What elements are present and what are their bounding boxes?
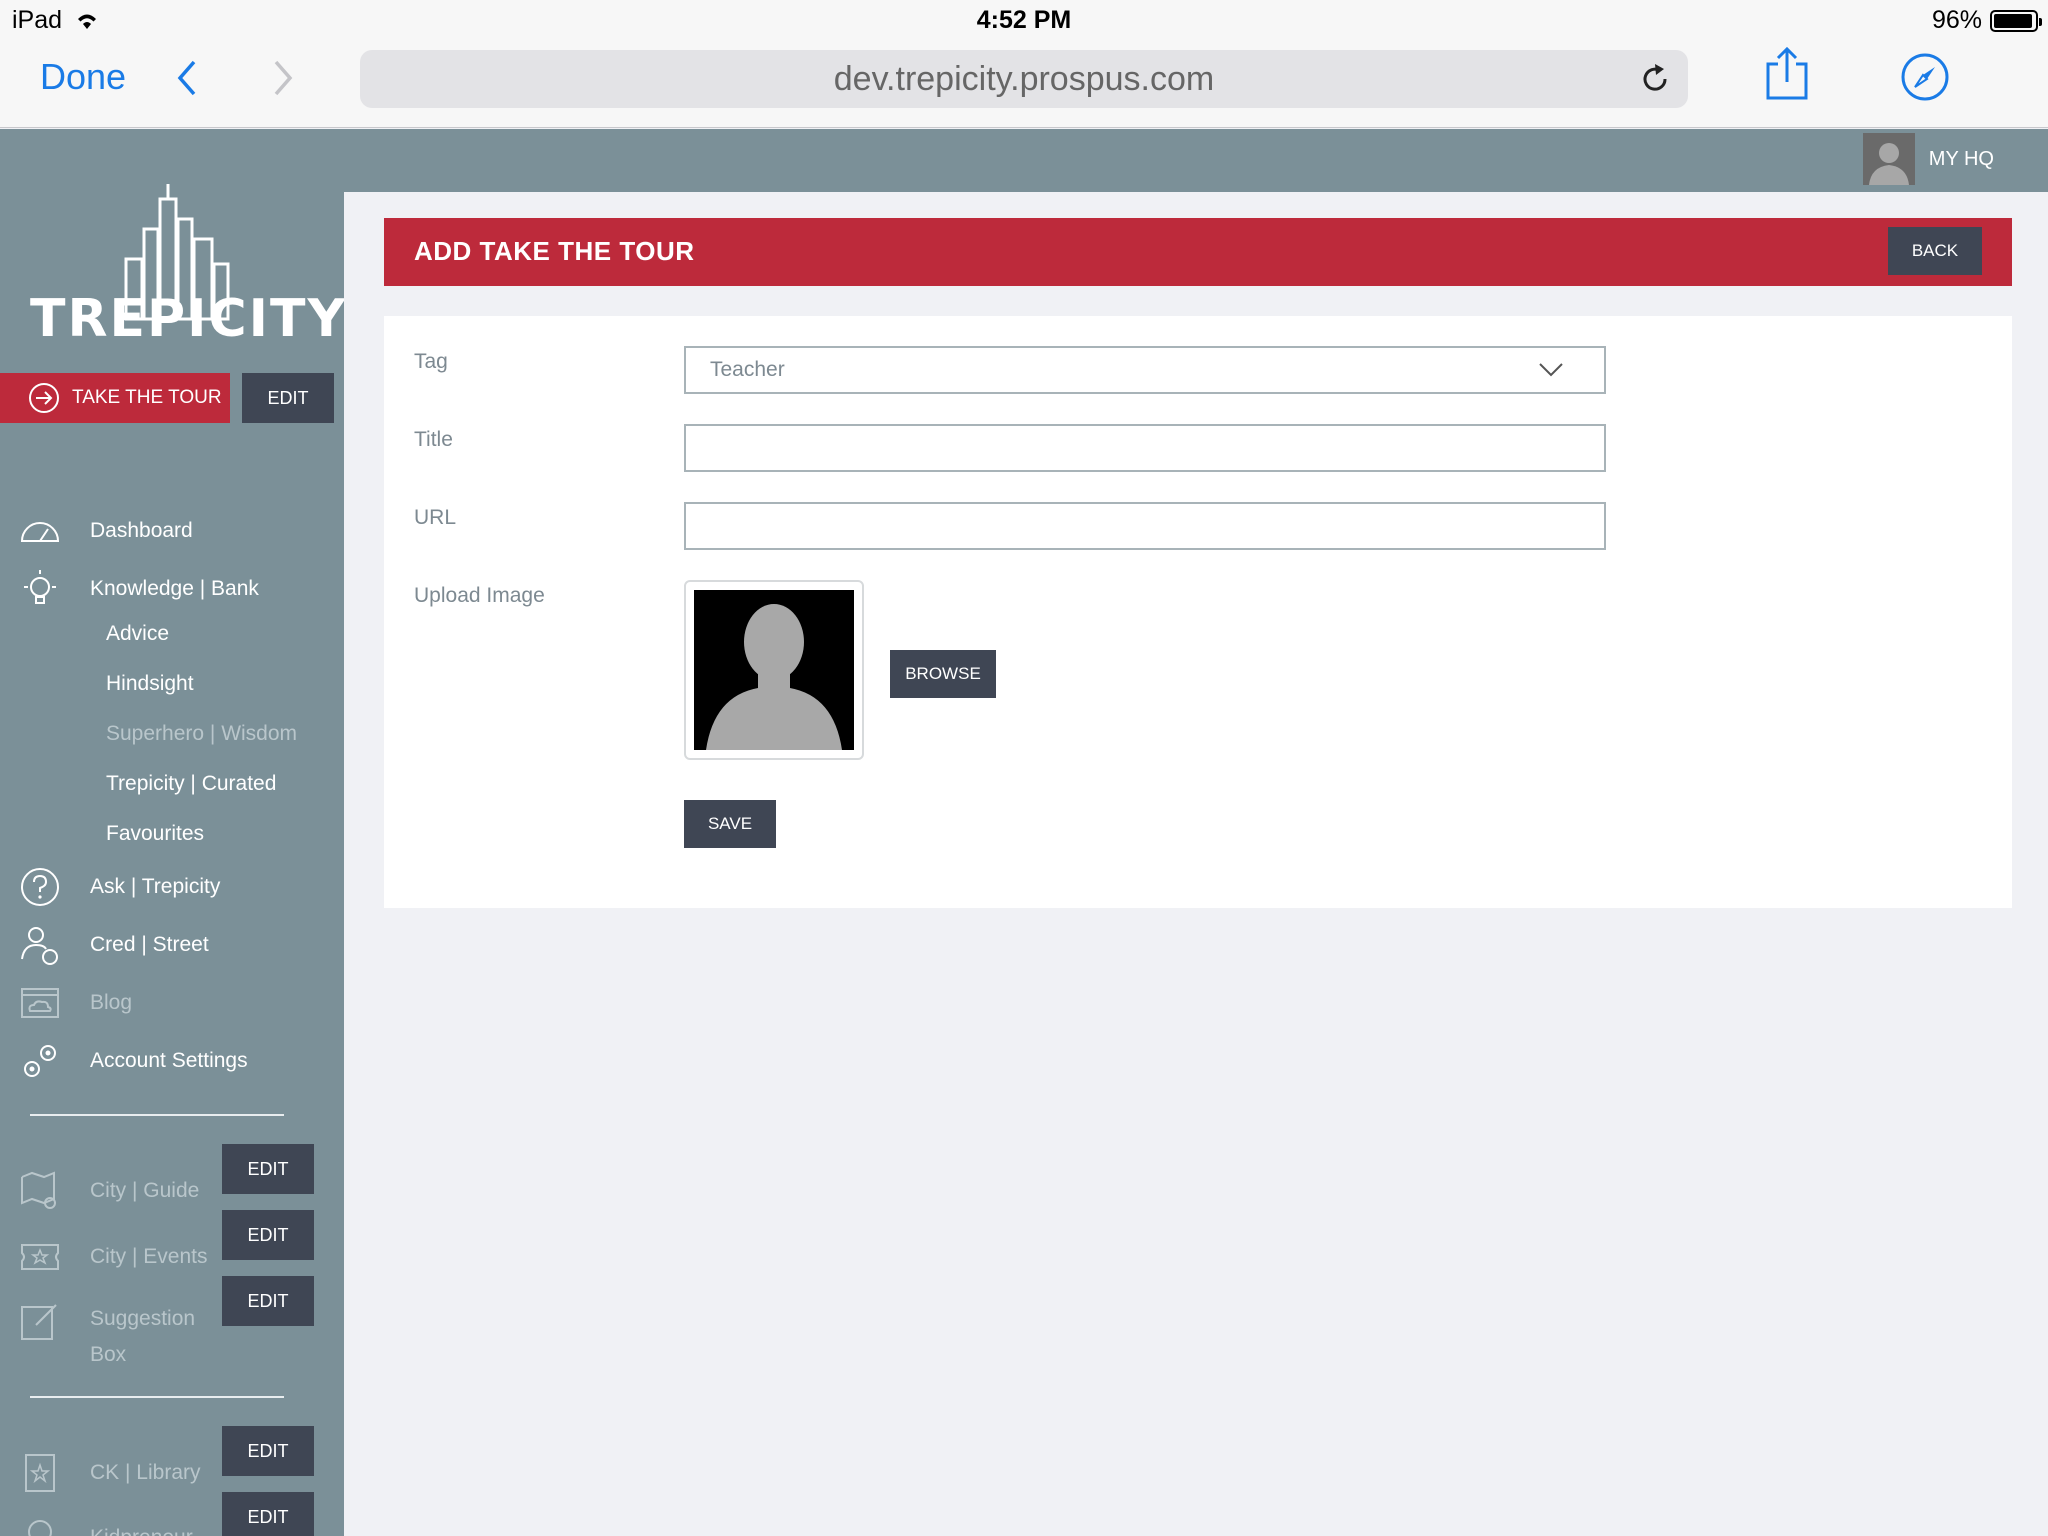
back-button[interactable]: BACK: [1888, 227, 1982, 275]
image-preview: [684, 580, 864, 760]
avatar: [1862, 133, 1915, 185]
forward-arrow-icon[interactable]: [266, 56, 300, 100]
ck-library-edit-button[interactable]: EDIT: [222, 1426, 314, 1476]
gears-icon: [24, 1045, 56, 1077]
pencil-note-icon: [21, 1304, 57, 1340]
url-field[interactable]: [684, 502, 1606, 550]
form-card: Tag Teacher Title URL Upload Image BROWS…: [384, 316, 2012, 908]
compass-icon[interactable]: [1900, 52, 1950, 102]
user-money-icon: [21, 927, 58, 965]
sidebar-item-label: Suggestion: [90, 1307, 196, 1330]
sidebar-subitem-trepicity-curated[interactable]: Trepicity | Curated: [106, 772, 276, 796]
my-hq-link[interactable]: MY HQ: [1862, 133, 1994, 185]
kidpreneur-edit-button[interactable]: EDIT: [222, 1492, 314, 1536]
sidebar-subitem-advice[interactable]: Advice: [106, 622, 169, 646]
person-silhouette-icon: [694, 590, 854, 750]
tag-select[interactable]: Teacher: [684, 346, 1606, 394]
book-star-icon: [25, 1454, 55, 1492]
sidebar-divider: [30, 1396, 284, 1398]
upload-image-label: Upload Image: [414, 584, 545, 607]
sidebar-subitem-favourites[interactable]: Favourites: [106, 822, 204, 846]
share-icon[interactable]: [1764, 46, 1810, 102]
back-arrow-icon[interactable]: [170, 56, 204, 100]
sidebar-item-label: City | Guide: [90, 1179, 200, 1202]
avatar-silhouette-icon: [1862, 133, 1915, 185]
main-content: ADD TAKE THE TOUR BACK Tag Teacher Title…: [344, 192, 2048, 1536]
save-button[interactable]: SAVE: [684, 800, 776, 848]
ticket-icon: [21, 1244, 59, 1270]
speedometer-icon: [20, 522, 60, 542]
clock: 4:52 PM: [976, 6, 1072, 34]
battery-icon: [1990, 9, 2042, 32]
page-title: ADD TAKE THE TOUR: [414, 236, 695, 266]
done-button[interactable]: Done: [40, 56, 126, 98]
url-input[interactable]: [686, 504, 1604, 548]
sidebar-item-label: Ask | Trepicity: [90, 875, 221, 898]
status-bar: iPad 4:52 PM 96%: [0, 0, 2048, 40]
take-the-tour-edit-button[interactable]: EDIT: [242, 373, 334, 423]
question-icon: [21, 868, 59, 906]
address-bar[interactable]: dev.trepicity.prospus.com: [360, 50, 1688, 108]
map-pin-icon: [21, 1171, 56, 1209]
tag-label: Tag: [414, 350, 448, 373]
tag-selected-value: Teacher: [710, 358, 785, 381]
badge-icon: [28, 1520, 52, 1536]
sidebar-item-label: CK | Library: [90, 1461, 201, 1484]
sidebar-item-label: Knowledge | Bank: [90, 577, 259, 600]
take-the-tour-label: TAKE THE TOUR: [72, 387, 222, 408]
sidebar-subitem-hindsight[interactable]: Hindsight: [106, 672, 194, 696]
title-field[interactable]: [684, 424, 1606, 472]
sidebar-divider: [30, 1114, 284, 1116]
browser-toolbar: Done dev.trepicity.prospus.com: [0, 40, 2048, 128]
sidebar-item-label: Blog: [90, 991, 133, 1014]
sidebar-subitem-superhero-wisdom[interactable]: Superhero | Wisdom: [106, 722, 297, 746]
chevron-down-icon: [1539, 363, 1563, 377]
image-placeholder: [694, 590, 854, 750]
title-input[interactable]: [686, 426, 1604, 470]
url-label: URL: [414, 506, 457, 529]
suggestion-box-edit-button[interactable]: EDIT: [222, 1276, 314, 1326]
sidebar-item-label: Account Settings: [90, 1049, 248, 1072]
battery-percent: 96%: [1931, 6, 1982, 34]
logo-text: TREPICITY: [30, 289, 348, 349]
city-events-edit-button[interactable]: EDIT: [222, 1210, 314, 1260]
take-the-tour-button[interactable]: TAKE THE TOUR: [0, 373, 230, 423]
arrow-circle-icon: [29, 383, 59, 413]
my-hq-label: MY HQ: [1928, 147, 1994, 170]
sidebar-item-label-line2: Box: [90, 1343, 127, 1366]
sidebar-item-label: Kidpreneur: [90, 1526, 193, 1536]
browse-button[interactable]: BROWSE: [890, 650, 996, 698]
title-label: Title: [414, 428, 453, 451]
reload-icon[interactable]: [1638, 62, 1672, 96]
url-text: dev.trepicity.prospus.com: [833, 60, 1215, 98]
city-guide-edit-button[interactable]: EDIT: [222, 1144, 314, 1194]
cloud-window-icon: [21, 988, 59, 1018]
sidebar-item-label: City | Events: [90, 1245, 208, 1268]
sidebar-item-label: Cred | Street: [90, 933, 209, 956]
sidebar-item-label: Dashboard: [90, 519, 193, 542]
battery: 96%: [1931, 6, 2042, 35]
lightbulb-icon: [24, 570, 56, 604]
page-header: ADD TAKE THE TOUR BACK: [384, 218, 2012, 286]
sidebar: TREPICITY TAKE THE TOUR EDIT Dashboard K…: [0, 129, 348, 1536]
